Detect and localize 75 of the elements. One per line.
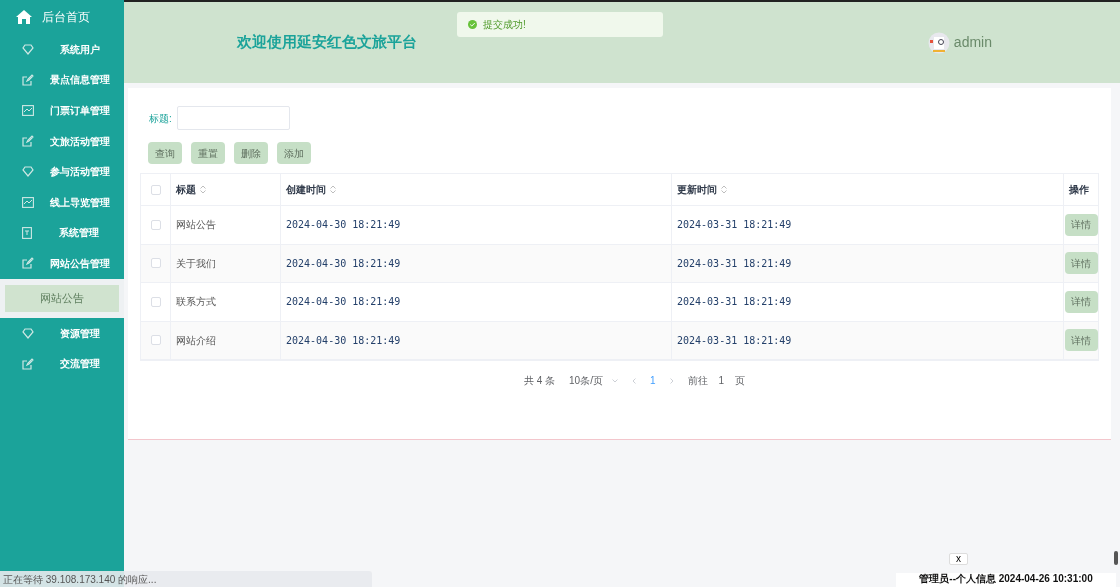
table-cell-text: 2024-04-30 18:21:49 xyxy=(286,295,401,310)
browser-status: 正在等待 39.108.173.140 的响应... xyxy=(0,571,372,587)
edit-icon xyxy=(22,257,34,270)
page-unit: 页 xyxy=(735,374,746,388)
chevron-down-icon xyxy=(611,378,618,383)
total-count: 共 4 条 xyxy=(523,374,556,388)
chart-icon xyxy=(22,196,34,208)
checkbox[interactable] xyxy=(150,296,161,307)
checkbox[interactable] xyxy=(150,219,161,230)
edit-icon xyxy=(22,357,34,370)
column-header: 更新时间 xyxy=(677,183,717,197)
diamond-icon xyxy=(22,43,34,55)
sort-icon[interactable] xyxy=(200,185,206,194)
sidebar-item[interactable]: 系统用户 xyxy=(0,34,124,65)
details-button[interactable]: 详情 xyxy=(1064,329,1098,352)
sidebar-item[interactable]: 线上导览管理 xyxy=(0,186,124,218)
sidebar-item[interactable]: 景点信息管理 xyxy=(0,64,124,96)
welcome-title: 欢迎使用延安红色文旅平台 xyxy=(237,32,417,53)
sidebar-item[interactable]: 网站公告管理 xyxy=(0,248,124,279)
info-popup: 管理员--个人信息 2024-04-26 10:31:00 xyxy=(896,573,1116,587)
username[interactable]: admin xyxy=(953,32,992,53)
sidebar-item[interactable]: 门票订单管理 xyxy=(0,95,124,126)
document-icon xyxy=(22,226,32,239)
details-button[interactable]: 详情 xyxy=(1064,252,1098,275)
table-cell-text: 2024-04-30 18:21:49 xyxy=(286,218,401,233)
table-cell-text: 2024-03-31 18:21:49 xyxy=(677,295,792,310)
column-header: 标题 xyxy=(176,183,196,197)
chevron-right-icon[interactable] xyxy=(669,377,674,384)
table-cell-text: 联系方式 xyxy=(176,295,216,310)
column-header: 创建时间 xyxy=(286,183,326,197)
close-button[interactable]: x xyxy=(949,553,968,565)
success-icon xyxy=(468,20,477,29)
action-button[interactable]: 查询 xyxy=(148,142,182,164)
action-button[interactable]: 重置 xyxy=(191,142,225,164)
scrollbar-thumb[interactable] xyxy=(1114,551,1118,565)
submenu-item[interactable]: 网站公告 xyxy=(5,284,119,312)
details-button[interactable]: 详情 xyxy=(1064,290,1098,313)
page-input[interactable]: 1 xyxy=(716,373,727,388)
sidebar-item[interactable]: 交流管理 xyxy=(0,348,124,379)
sidebar-item[interactable]: 文旅活动管理 xyxy=(0,125,124,157)
diamond-icon xyxy=(22,327,34,339)
checkbox[interactable] xyxy=(150,258,161,269)
goto-label: 前往 xyxy=(687,374,708,388)
action-button[interactable]: 删除 xyxy=(234,142,268,164)
details-button[interactable]: 详情 xyxy=(1064,213,1098,236)
sort-icon[interactable] xyxy=(330,185,336,194)
home-link[interactable]: 后台首页 xyxy=(42,8,90,26)
page-size-select[interactable]: 10条/页 xyxy=(569,373,618,388)
edit-icon xyxy=(22,73,34,86)
home-icon xyxy=(16,10,32,24)
sidebar-item[interactable]: 系统管理 xyxy=(0,217,124,249)
edit-icon xyxy=(22,135,34,148)
checkbox[interactable] xyxy=(150,335,161,346)
action-button[interactable]: 添加 xyxy=(277,142,311,164)
table-cell-text: 网站介绍 xyxy=(176,333,216,348)
chevron-left-icon[interactable] xyxy=(631,377,636,384)
sort-icon[interactable] xyxy=(721,185,727,194)
table-cell-text: 网站公告 xyxy=(176,218,216,233)
checkbox[interactable] xyxy=(150,184,161,195)
column-header: 操作 xyxy=(1069,183,1089,197)
table-cell-text: 2024-03-31 18:21:49 xyxy=(677,333,792,348)
page-number[interactable]: 1 xyxy=(649,373,656,388)
chart-icon xyxy=(22,105,34,116)
table-cell-text: 2024-03-31 18:21:49 xyxy=(677,256,792,271)
title-input[interactable] xyxy=(176,106,290,130)
sidebar-item[interactable]: 资源管理 xyxy=(0,317,124,349)
table-cell-text: 2024-03-31 18:21:49 xyxy=(677,218,792,233)
success-toast: 提交成功! xyxy=(457,12,663,37)
table-cell-text: 2024-04-30 18:21:49 xyxy=(286,256,401,271)
avatar-icon xyxy=(927,31,950,54)
table-cell-text: 关于我们 xyxy=(176,256,216,271)
sidebar-item[interactable]: 参与活动管理 xyxy=(0,156,124,187)
table-cell-text: 2024-04-30 18:21:49 xyxy=(286,333,401,348)
title-label: 标题: xyxy=(149,111,172,126)
diamond-icon xyxy=(22,166,34,178)
